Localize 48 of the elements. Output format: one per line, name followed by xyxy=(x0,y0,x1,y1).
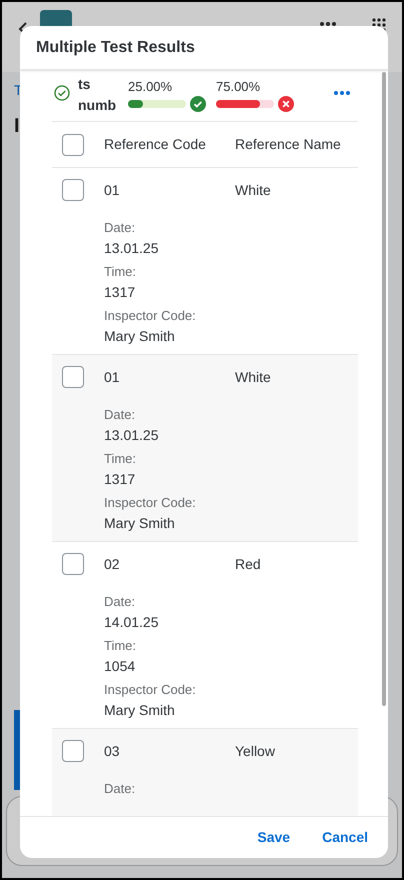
field-value: 1317 xyxy=(104,470,136,489)
checkbox[interactable] xyxy=(62,553,84,575)
field-label: Inspector Code: xyxy=(104,307,197,325)
footer-button[interactable]: Save xyxy=(245,823,302,852)
column-header: Reference Code xyxy=(104,135,207,154)
table-cell-text: White xyxy=(235,180,271,200)
field-label: Date: xyxy=(104,406,136,424)
table-row[interactable]: 03 Yellow Date: xyxy=(52,729,358,816)
check-circle-icon xyxy=(190,96,206,112)
page-text: I xyxy=(14,114,20,139)
footer-button[interactable]: Cancel xyxy=(310,823,380,852)
table-cell-text: Red xyxy=(235,554,261,574)
field-value: 1317 xyxy=(104,283,136,302)
percent-label: 75.00% xyxy=(216,78,262,96)
field-value: 14.01.25 xyxy=(104,613,160,632)
more-icon[interactable] xyxy=(320,22,336,26)
field-value: 1054 xyxy=(104,657,136,676)
check-circle-icon xyxy=(54,84,70,100)
dialog-title: Multiple Test Results xyxy=(36,38,195,58)
field-label: Time: xyxy=(104,637,138,655)
more-icon[interactable] xyxy=(334,90,350,94)
field-label: Date: xyxy=(104,593,136,611)
table-cell-text: 02 xyxy=(104,554,121,574)
field-value: Mary Smith xyxy=(104,327,176,346)
field-value: 13.01.25 xyxy=(104,426,160,445)
field-label: Inspector Code: xyxy=(104,494,197,512)
table-cell-text: White xyxy=(235,368,271,386)
checkbox[interactable] xyxy=(62,740,84,762)
field-label: Date: xyxy=(104,780,136,798)
field-label: Time: xyxy=(104,263,138,281)
field-value: 13.01.25 xyxy=(104,239,160,258)
field-label: Inspector Code: xyxy=(104,681,197,699)
checkbox[interactable] xyxy=(62,134,84,156)
field-label: Time: xyxy=(104,450,138,468)
percent-label: 25.00% xyxy=(128,78,174,96)
field-label: Date: xyxy=(104,219,136,237)
table-cell-text: 03 xyxy=(104,742,121,760)
field-value: Mary Smith xyxy=(104,514,176,533)
checkbox[interactable] xyxy=(62,179,84,201)
result-label: ts numb xyxy=(78,74,118,114)
table-row[interactable]: 01 White Date: 13.01.25 Time: 1317 Inspector Code: Mary Smith xyxy=(52,355,358,542)
column-header: Reference Name xyxy=(235,135,341,154)
field-value: Mary Smith xyxy=(104,701,176,720)
table-cell-text: 01 xyxy=(104,180,121,200)
checkbox[interactable] xyxy=(62,366,84,388)
table-cell-text: Yellow xyxy=(235,742,275,760)
table-cell-text: 01 xyxy=(104,368,121,386)
error-circle-icon xyxy=(278,96,294,112)
